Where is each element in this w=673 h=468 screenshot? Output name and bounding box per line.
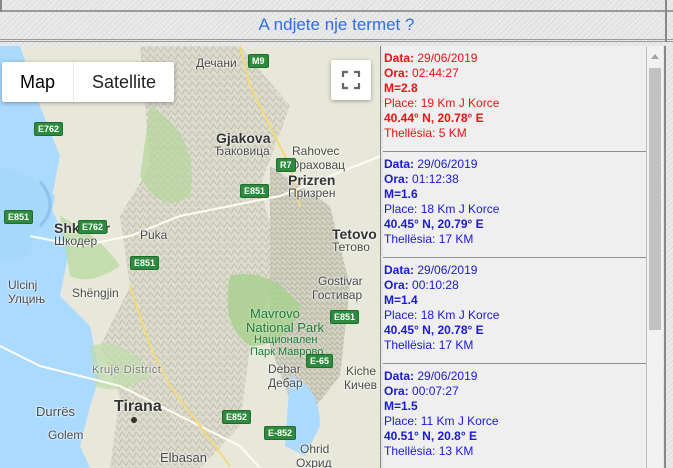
- map-type-control: Map Satellite: [2, 62, 175, 102]
- event-date: 29/06/2019: [417, 263, 478, 277]
- event-magnitude: M=1.4: [384, 293, 418, 307]
- map-label-mavrovo-cyr: Национален: [254, 334, 318, 346]
- scroll-up-arrow[interactable]: [651, 54, 659, 59]
- map-label-debar-cyr: Дебар: [268, 376, 303, 390]
- map-label-prizren-cyr: Призрен: [288, 186, 336, 200]
- event-time: 00:10:28: [412, 278, 459, 292]
- event-place: 11 Km J Korce: [420, 414, 499, 428]
- event-depth-label: Thellësia:: [384, 232, 436, 246]
- event-date-label: Data:: [384, 263, 415, 277]
- event-date-label: Data:: [384, 51, 415, 65]
- map-label-ulcinj: Ulcinj: [8, 278, 38, 292]
- event-depth: 17 KM: [438, 232, 474, 246]
- event-list-scrollbar[interactable]: [647, 46, 663, 468]
- map-label-ohrid: Ohrid: [300, 442, 330, 456]
- map-label-kicevo: Kiche: [346, 364, 377, 378]
- road-shield: E-65: [306, 354, 334, 368]
- map-label-rahovec-cyr: Ораховац: [290, 158, 346, 172]
- map-label-gostivar-cyr: Гостивар: [312, 288, 363, 302]
- event-coordinates: 40.45° N, 20.78° E: [384, 323, 484, 337]
- event-time-label: Ora:: [384, 278, 409, 292]
- event-date: 29/06/2019: [417, 369, 478, 383]
- map-label-shengjin: Shëngjin: [72, 286, 119, 300]
- event-time-label: Ora:: [384, 384, 409, 398]
- road-shield: E851: [330, 310, 360, 324]
- map-label-tirana: Tirana: [114, 398, 162, 415]
- event-time-label: Ora:: [384, 66, 409, 80]
- event-depth: 17 KM: [438, 338, 474, 352]
- map-label-mavrovo: Mavrovo: [250, 306, 300, 321]
- event-place-label: Place:: [384, 202, 418, 216]
- event-depth-label: Thellësia:: [384, 338, 436, 352]
- road-shield: E762: [34, 122, 64, 136]
- map-label-golem: Golem: [48, 428, 84, 442]
- fullscreen-icon: [341, 70, 361, 90]
- scrollbar-thumb[interactable]: [649, 68, 661, 330]
- event-magnitude: M=2.8: [384, 81, 418, 95]
- frame-divider: [0, 0, 2, 12]
- fullscreen-button[interactable]: [331, 60, 371, 100]
- frame-divider: [665, 0, 667, 12]
- map-type-satellite-button[interactable]: Satellite: [74, 62, 174, 102]
- event-date-label: Data:: [384, 369, 415, 383]
- map-label-elbasan: Elbasan: [160, 450, 207, 465]
- map-label-ohrid-cyr: Охрид: [296, 456, 332, 468]
- event-time: 00:07:27: [412, 384, 459, 398]
- event-place: 19 Km J Korce: [420, 96, 500, 110]
- event-place-label: Place:: [384, 96, 418, 110]
- event-coordinates: 40.45° N, 20.79° E: [384, 217, 484, 231]
- top-frame-strip: [0, 0, 673, 12]
- map-label-debar: Debar: [268, 362, 301, 376]
- map-label-durres: Durrës: [36, 404, 76, 419]
- road-shield: R7: [276, 158, 296, 172]
- map-label-shkoder-cyr: Шкодер: [54, 234, 98, 248]
- map-label-tetovo-cyr: Тетово: [332, 240, 370, 254]
- event-place-label: Place:: [384, 414, 418, 428]
- road-shield: E851: [4, 210, 34, 224]
- road-shield: E762: [78, 220, 108, 234]
- map-label-gjakova-cyr: Ђаковица: [214, 144, 270, 158]
- header-bar: A ndjete nje termet ?: [0, 12, 673, 42]
- event-item-2: Data: 29/06/2019 Ora: 01:12:38 M=1.6 Pla…: [383, 152, 646, 258]
- frame-divider: [665, 12, 667, 42]
- map-label-gostivar: Gostivar: [318, 274, 363, 288]
- event-magnitude: M=1.5: [384, 399, 418, 413]
- road-shield: E852: [222, 410, 252, 424]
- map-label-decan: Дечани: [196, 56, 237, 70]
- page-title: A ndjete nje termet ?: [258, 15, 415, 34]
- event-date: 29/06/2019: [417, 157, 478, 171]
- frame-edge: [663, 46, 673, 468]
- event-depth-label: Thellësia:: [384, 444, 436, 458]
- map-view[interactable]: Дечани Gjakova Ђаковица Rahovec Ораховац…: [0, 46, 381, 468]
- event-time: 01:12:38: [412, 172, 459, 186]
- event-depth-label: Thellësia:: [384, 126, 436, 140]
- earthquake-list[interactable]: Data: 29/06/2019 Ora: 02:44:27 M=2.8 Pla…: [383, 46, 647, 468]
- event-time: 02:44:27: [412, 66, 459, 80]
- map-label-rahovec: Rahovec: [292, 144, 340, 158]
- road-shield: E851: [240, 184, 270, 198]
- event-coordinates: 40.44° N, 20.78° E: [384, 111, 484, 125]
- map-label-puka: Puka: [140, 228, 168, 242]
- event-depth: 5 KM: [438, 126, 467, 140]
- map-type-map-button[interactable]: Map: [2, 62, 75, 102]
- event-date-label: Data:: [384, 157, 415, 171]
- map-label-kicevo-cyr: Кичев: [344, 378, 377, 392]
- event-item-1: Data: 29/06/2019 Ora: 02:44:27 M=2.8 Pla…: [383, 46, 646, 152]
- event-item-4: Data: 29/06/2019 Ora: 00:07:27 M=1.5 Pla…: [383, 364, 646, 468]
- map-label-mavrovo-park: National Park: [246, 320, 325, 335]
- event-time-label: Ora:: [384, 172, 409, 186]
- road-shield: E851: [130, 256, 160, 270]
- event-magnitude: M=1.6: [384, 187, 418, 201]
- event-item-3: Data: 29/06/2019 Ora: 00:10:28 M=1.4 Pla…: [383, 258, 646, 364]
- event-place: 18 Km J Korce: [420, 308, 500, 322]
- map-label-ulcinj-cyr: Улцињ: [8, 292, 46, 306]
- road-shield: E-852: [264, 426, 297, 440]
- event-place-label: Place:: [384, 308, 418, 322]
- road-shield: M9: [248, 54, 269, 68]
- map-label-kruje: Krujë District: [92, 364, 162, 376]
- event-coordinates: 40.51° N, 20.8° E: [384, 429, 477, 443]
- event-depth: 13 KM: [438, 444, 474, 458]
- event-place: 18 Km J Korce: [420, 202, 500, 216]
- event-date: 29/06/2019: [417, 51, 478, 65]
